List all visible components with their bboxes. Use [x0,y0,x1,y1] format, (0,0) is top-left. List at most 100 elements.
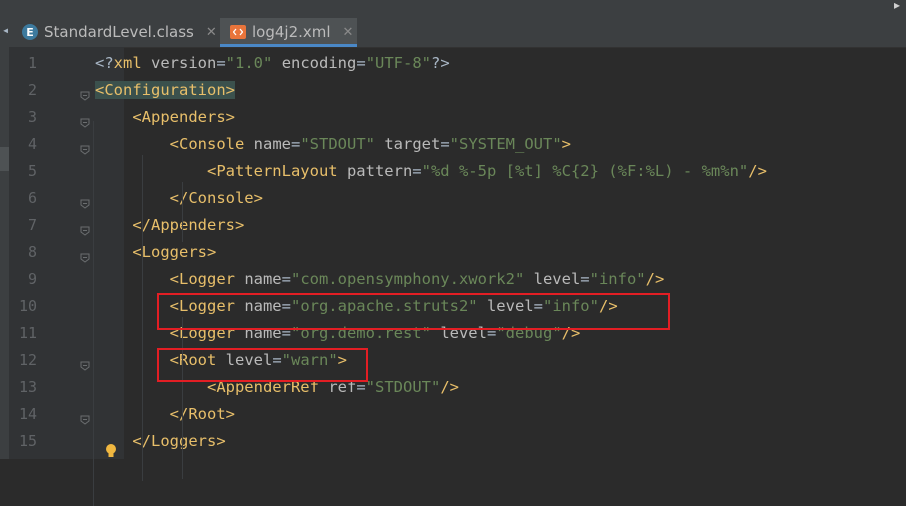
code-line[interactable]: </Appenders> [95,212,244,239]
code-token: encoding [281,54,357,72]
line-number: 1 [27,54,37,72]
fold-marker-icon[interactable] [80,113,90,128]
close-icon[interactable]: ✕ [343,25,354,40]
line-number: 9 [27,270,37,288]
line-number: 15 [18,432,37,450]
code-token: "STDOUT" [365,378,441,396]
code-token: "UTF-8" [365,54,432,72]
fold-marker-icon[interactable] [80,248,90,263]
code-token: = [580,270,590,288]
code-token: = [216,54,226,72]
tab-log4j2-xml[interactable]: log4j2.xml ✕ [220,18,357,47]
code-token: = [290,135,301,153]
code-token: </Console> [169,189,263,207]
line-number: 5 [27,162,37,180]
xml-file-icon [230,25,246,39]
code-token: = [356,54,366,72]
highlight-box [157,348,368,382]
code-line[interactable]: <Configuration> [95,77,235,104]
tab-label: StandardLevel.class [44,23,194,41]
code-token: "info" [589,270,646,288]
code-token: </Root> [169,405,235,423]
strip-marker [0,147,9,171]
fold-marker-icon[interactable] [80,140,90,155]
chevron-left-icon[interactable]: ◂ [2,23,9,37]
code-line[interactable]: </Console> [95,185,263,212]
code-token: /> [645,270,665,288]
window-control-icon[interactable]: ▸ [894,0,900,12]
fold-marker-icon[interactable] [80,356,90,371]
fold-marker-icon[interactable] [80,221,90,236]
code-token: name [244,270,282,288]
fold-marker-icon[interactable] [80,410,90,425]
tab-standardlevel-class[interactable]: E StandardLevel.class ✕ [22,18,218,46]
code-token: = [412,162,422,180]
code-token: <? [95,54,114,72]
line-number: 8 [27,243,37,261]
code-token: <Console [169,135,254,153]
code-token: pattern [346,162,413,180]
lightbulb-icon[interactable] [104,443,118,463]
line-number: 14 [18,405,37,423]
code-token: "com.opensymphony.xwork2" [290,270,525,288]
tab-label: log4j2.xml [252,23,331,41]
code-token: /> [748,162,767,180]
code-token: target [384,135,441,153]
indent-guide [142,155,143,481]
line-number: 3 [27,108,37,126]
highlight-box [157,293,670,330]
code-token: name [253,135,291,153]
line-number: 12 [18,351,37,369]
code-token: "1.0" [225,54,273,72]
close-icon[interactable]: ✕ [206,25,217,40]
code-token: <Configuration> [95,81,235,99]
code-token: ?> [431,54,450,72]
class-file-icon: E [22,24,38,40]
code-token: <Loggers> [132,243,217,261]
code-token: <Appenders> [132,108,235,126]
code-token: </Appenders> [132,216,245,234]
code-token: xml [113,54,151,72]
code-token: /> [440,378,459,396]
line-number: 13 [18,378,37,396]
code-token: "%d %-5p [%t] %C{2} (%F:%L) - %m%n" [421,162,749,180]
line-number: 2 [27,81,37,99]
code-line[interactable]: <Appenders> [95,104,235,131]
code-line[interactable]: <Logger name="com.opensymphony.xwork2" l… [95,266,665,293]
line-number: 11 [18,324,37,342]
line-number: 7 [27,216,37,234]
code-token: = [440,135,450,153]
line-number: 6 [27,189,37,207]
code-token: > [561,135,571,153]
code-token: level [533,270,581,288]
code-token: version [151,54,217,72]
fold-guide [93,121,94,506]
line-number: 10 [18,297,37,315]
code-line[interactable]: <Console name="STDOUT" target="SYSTEM_OU… [95,131,571,158]
line-number: 4 [27,135,37,153]
code-line[interactable]: <PatternLayout pattern="%d %-5p [%t] %C{… [95,158,767,185]
tool-window-strip [0,47,9,459]
code-line[interactable]: <Loggers> [95,239,216,266]
fold-marker-icon[interactable] [80,86,90,101]
code-token: <Logger [169,270,245,288]
code-line[interactable]: </Root> [95,401,235,428]
code-line[interactable]: <?xml version="1.0" encoding="UTF-8"?> [95,50,450,77]
code-token: "STDOUT" [300,135,375,153]
indent-guide [182,317,183,479]
code-token: = [281,270,291,288]
code-token: <PatternLayout [206,162,347,180]
fold-marker-icon[interactable] [80,194,90,209]
indent-guide [182,182,183,242]
